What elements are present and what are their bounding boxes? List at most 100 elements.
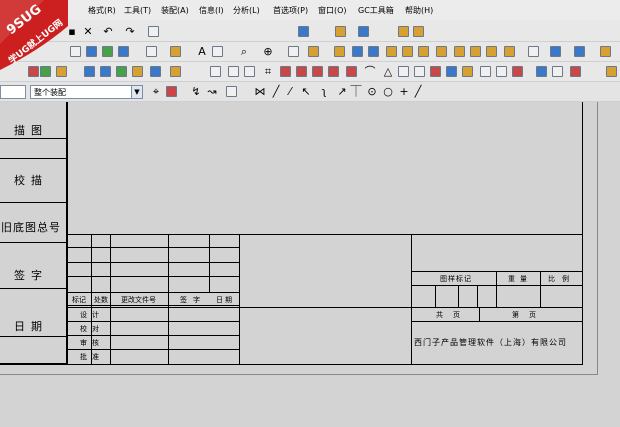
break-view-icon[interactable] — [116, 66, 127, 77]
drawing-canvas[interactable]: 描图 校描 旧底图总号 签字 日期 标记 处数 更改文件号 签字 日期 设计 校… — [0, 102, 620, 427]
deselect-icon[interactable]: ↯ — [190, 86, 202, 97]
table-icon[interactable] — [170, 66, 181, 77]
detail-view-icon[interactable] — [100, 66, 111, 77]
menu-assemblies[interactable]: 装配(A) — [161, 5, 189, 16]
square-icon[interactable] — [398, 66, 409, 77]
pan-icon[interactable]: ⊕ — [262, 46, 274, 57]
chamfer-dimension-icon[interactable] — [346, 66, 357, 77]
new-sheet-icon[interactable] — [70, 46, 81, 57]
cross-icon[interactable]: ⌗ — [262, 66, 274, 77]
gear-icon[interactable] — [552, 66, 563, 77]
dimension-icon[interactable] — [170, 46, 181, 57]
type-filter-select[interactable] — [0, 85, 26, 99]
face-icon[interactable] — [436, 46, 447, 57]
curve-snap-icon[interactable]: ʅ — [318, 86, 330, 97]
title-block-line — [458, 285, 459, 307]
custom-symbol-icon[interactable] — [570, 66, 581, 77]
delete-icon[interactable]: ✕ — [82, 26, 94, 37]
slash-icon[interactable]: ⁄ — [284, 86, 296, 97]
hidden-line-icon[interactable] — [402, 46, 413, 57]
zoom-icon[interactable]: ⌕ — [238, 46, 250, 57]
point-on-curve-icon[interactable]: ╱ — [412, 86, 424, 97]
undo-icon[interactable]: ↶ — [102, 26, 114, 37]
border-icon[interactable] — [210, 66, 221, 77]
grid-icon[interactable] — [244, 66, 255, 77]
tolerance-icon[interactable] — [414, 66, 425, 77]
menu-window[interactable]: 窗口(O) — [318, 5, 347, 16]
triangle-icon[interactable]: △ — [382, 66, 394, 77]
menu-preferences[interactable]: 首选项(P) — [273, 5, 308, 16]
stamp-divider — [0, 288, 67, 289]
existing-point-icon[interactable]: + — [398, 86, 410, 97]
perpendicular-icon[interactable]: ⏉ — [350, 86, 362, 97]
arc-icon[interactable]: ⌒ — [364, 66, 376, 77]
settings-icon[interactable] — [606, 66, 617, 77]
menu-analysis[interactable]: 分析(L) — [233, 5, 260, 16]
coordinate-icon[interactable] — [462, 66, 473, 77]
curve-rule-icon[interactable]: ↝ — [206, 86, 218, 97]
wcs-icon[interactable] — [574, 46, 585, 57]
chevron-down-icon[interactable]: ▼ — [131, 86, 142, 98]
rectangle-select-icon[interactable] — [226, 86, 237, 97]
symbol-icon[interactable] — [212, 46, 223, 57]
standard-toolbar: ▪ ✕ ↶ ↷ ⚲ — [0, 20, 620, 60]
view-icon[interactable] — [86, 46, 97, 57]
point-icon[interactable] — [470, 46, 481, 57]
signoff-label: 设计 — [80, 311, 104, 319]
quadrant-icon[interactable]: ○ — [382, 86, 394, 97]
section-view-icon[interactable] — [146, 46, 157, 57]
redo-icon[interactable]: ↷ — [124, 26, 136, 37]
fit-icon[interactable] — [288, 46, 299, 57]
hole-table-icon[interactable] — [480, 66, 491, 77]
orient-icon[interactable] — [334, 46, 345, 57]
more-tools-icon[interactable] — [600, 46, 611, 57]
radius-dimension-icon[interactable] — [312, 66, 323, 77]
line-icon[interactable]: ╱ — [270, 86, 282, 97]
base-view-icon[interactable] — [102, 46, 113, 57]
selection-icon[interactable] — [335, 26, 346, 37]
model-icon[interactable] — [352, 46, 363, 57]
shade-icon[interactable] — [368, 46, 379, 57]
datum-icon[interactable] — [504, 46, 515, 57]
arc-snap-icon[interactable]: ↖ — [300, 86, 312, 97]
note-icon[interactable]: A — [196, 46, 208, 57]
intersect-icon[interactable]: ↗ — [336, 86, 348, 97]
plane-icon[interactable] — [486, 46, 497, 57]
view-layout-icon[interactable] — [298, 26, 309, 37]
scope-filter-select[interactable]: 整个装配 ▼ — [30, 85, 143, 99]
balloon-icon[interactable] — [512, 66, 523, 77]
drawing-view-icon[interactable] — [84, 66, 95, 77]
projected-view-icon[interactable] — [118, 46, 129, 57]
select-all-icon[interactable] — [166, 86, 177, 97]
frame-icon[interactable] — [228, 66, 239, 77]
snap-point-icon[interactable]: ⌖ — [150, 86, 162, 97]
surface-finish-icon[interactable] — [446, 66, 457, 77]
parts-list-icon[interactable] — [496, 66, 507, 77]
curve-icon[interactable] — [454, 46, 465, 57]
update-view-icon[interactable] — [132, 66, 143, 77]
ordinate-dimension-icon[interactable] — [328, 66, 339, 77]
edge-icon[interactable] — [418, 46, 429, 57]
wireframe-icon[interactable] — [386, 46, 397, 57]
layer-settings-icon[interactable] — [550, 46, 561, 57]
menu-format[interactable]: 格式(R) — [88, 5, 116, 16]
paste-icon[interactable] — [148, 26, 159, 37]
weld-icon[interactable] — [536, 66, 547, 77]
display-icon[interactable] — [413, 26, 424, 37]
menu-gc-toolkit[interactable]: GC工具箱 — [358, 5, 394, 16]
menu-tools[interactable]: 工具(T) — [124, 5, 151, 16]
layer-icon[interactable] — [528, 46, 539, 57]
stamp-label: 旧底图总号 — [1, 221, 61, 234]
menu-help[interactable]: 帮助(H) — [405, 5, 433, 16]
menu-information[interactable]: 信息(I) — [199, 5, 224, 16]
view-boundary-icon[interactable] — [150, 66, 161, 77]
datum-target-icon[interactable] — [430, 66, 441, 77]
company-name: 西门子产品管理软件（上海）有限公司 — [414, 338, 567, 347]
angular-dimension-icon[interactable] — [296, 66, 307, 77]
end-point-icon[interactable]: ⋈ — [254, 86, 266, 97]
rotate-icon[interactable] — [308, 46, 319, 57]
view-icon[interactable] — [398, 26, 409, 37]
center-icon[interactable]: ⊙ — [366, 86, 378, 97]
snap-icon[interactable] — [358, 26, 369, 37]
linear-dimension-icon[interactable] — [280, 66, 291, 77]
